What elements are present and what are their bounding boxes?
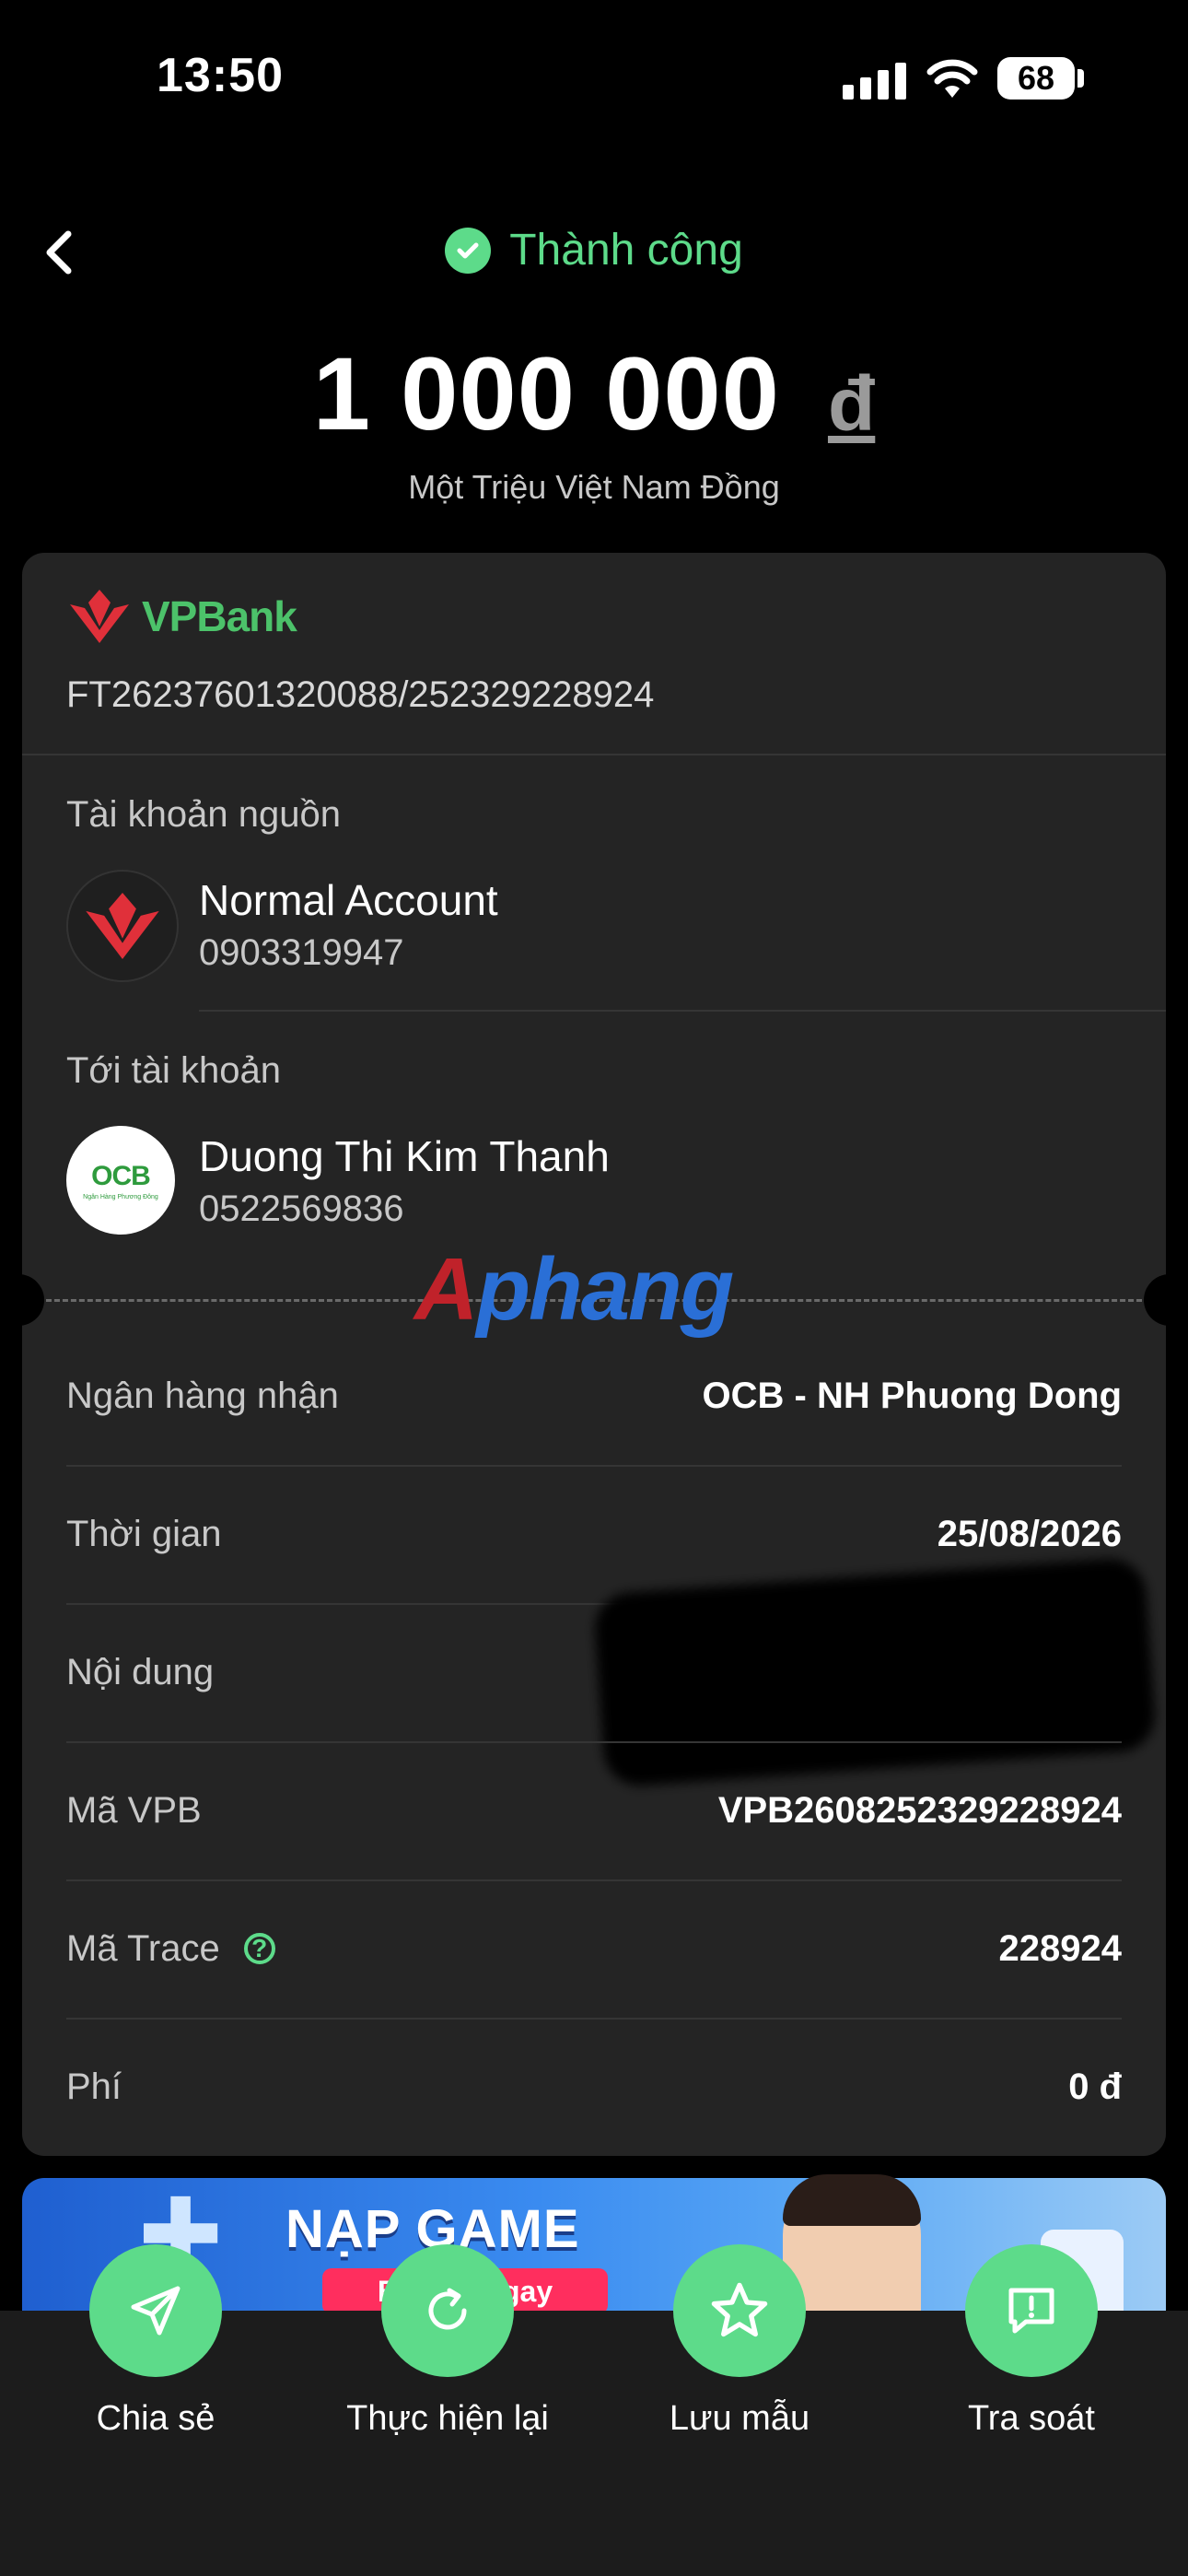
detail-key: Nội dung	[66, 1651, 215, 1692]
source-bank-avatar	[66, 870, 179, 982]
battery-tip	[1077, 69, 1084, 88]
vpbank-mark-icon	[70, 590, 129, 643]
watermark-part2: phang	[476, 1240, 734, 1339]
vpbank-mark-icon	[86, 893, 159, 959]
vpbank-name: VPBank	[142, 592, 297, 640]
repeat-label: Thực hiện lại	[346, 2399, 549, 2438]
detail-key: Ngân hàng nhận	[66, 1375, 339, 1416]
ocb-logo-subtext: Ngân Hàng Phương Đông	[83, 1193, 158, 1200]
share-button[interactable]: Chia sẻ	[45, 2244, 266, 2439]
ocb-logo-text: OCB	[91, 1160, 151, 1191]
detail-key: Mã Trace	[66, 1927, 220, 1969]
detail-row-vpb-code: Mã VPB VPB2608252329228924	[66, 1741, 1122, 1879]
source-account-label: Tài khoản nguồn	[66, 794, 342, 835]
detail-key: Mã VPB	[66, 1789, 202, 1831]
repeat-button[interactable]: Thực hiện lại	[337, 2244, 558, 2439]
amount-display: 1 000 000 đ	[0, 343, 1188, 446]
check-circle-icon	[445, 227, 492, 274]
transaction-reference: FT26237601320088/252329228924	[66, 674, 655, 715]
vpbank-logo: VPBank	[66, 590, 297, 643]
detail-value: VPB2608252329228924	[717, 1789, 1122, 1831]
detail-value: 25/08/2026	[937, 1513, 1122, 1554]
wifi-icon	[926, 59, 978, 98]
detail-key: Phí	[66, 2066, 122, 2107]
share-label: Chia sẻ	[96, 2399, 215, 2438]
amount-currency: đ	[827, 360, 876, 447]
detail-key: Thời gian	[66, 1513, 222, 1554]
divider	[199, 1010, 1166, 1012]
inquiry-label: Tra soát	[968, 2399, 1095, 2438]
ocb-bank-avatar: OCB Ngân Hàng Phương Đông	[66, 1126, 175, 1235]
save-template-button[interactable]: Lưu mẫu	[629, 2244, 850, 2439]
cellular-signal-icon	[843, 63, 906, 100]
divider	[22, 754, 1166, 755]
watermark: Aphang	[414, 1239, 734, 1341]
send-icon[interactable]	[89, 2244, 222, 2377]
detail-row-trace-code: Mã Trace ? 228924	[66, 1879, 1122, 2018]
detail-value: 0 đ	[1068, 2066, 1122, 2107]
destination-account-label: Tới tài khoản	[66, 1050, 282, 1091]
amount-in-words: Một Triệu Việt Nam Đồng	[408, 468, 780, 506]
help-icon[interactable]: ?	[243, 1933, 275, 1964]
save-template-label: Lưu mẫu	[669, 2399, 810, 2438]
transaction-status: Thành công	[0, 225, 1188, 275]
status-text: Thành công	[509, 226, 743, 275]
refresh-icon[interactable]	[381, 2244, 514, 2377]
watermark-part1: A	[414, 1240, 478, 1339]
destination-account-name: Duong Thi Kim Thanh	[199, 1132, 610, 1180]
battery-indicator: 68	[997, 57, 1075, 100]
detail-key-wrap: Mã Trace ?	[66, 1928, 275, 1970]
inquiry-button[interactable]: Tra soát	[921, 2244, 1142, 2439]
card-notch-right	[1144, 1274, 1188, 1326]
source-account-name: Normal Account	[199, 876, 498, 924]
detail-row-receiving-bank: Ngân hàng nhận OCB - NH Phuong Dong	[66, 1327, 1122, 1465]
detail-value: 228924	[998, 1927, 1122, 1969]
amount-value: 1 000 000	[312, 336, 780, 451]
star-icon[interactable]	[673, 2244, 806, 2377]
banner-person-hair	[783, 2174, 921, 2226]
source-account-number: 0903319947	[199, 932, 404, 973]
status-time: 13:50	[157, 49, 284, 102]
chat-icon[interactable]	[965, 2244, 1098, 2377]
detail-value: OCB - NH Phuong Dong	[702, 1375, 1122, 1416]
destination-account-number: 0522569836	[199, 1188, 404, 1229]
detail-row-fee: Phí 0 đ	[66, 2018, 1122, 2156]
